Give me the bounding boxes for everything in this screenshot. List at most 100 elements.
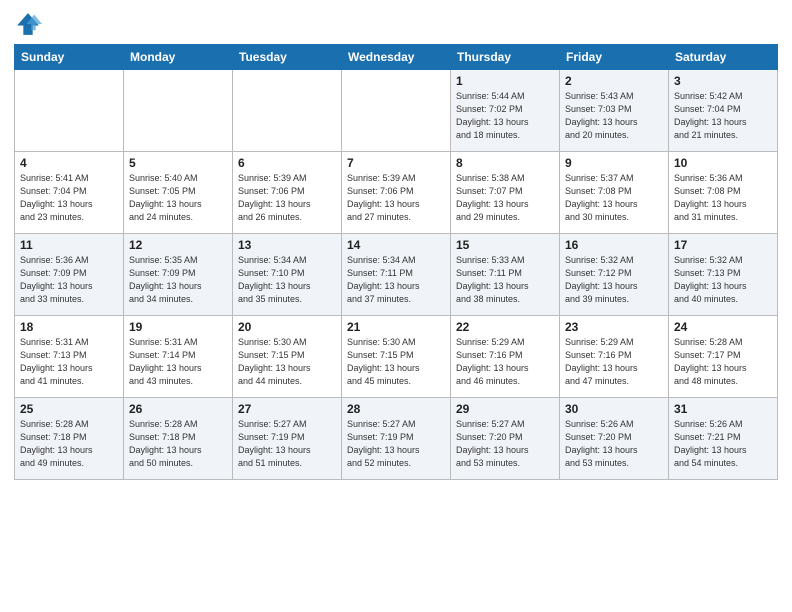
day-info: Sunrise: 5:39 AM Sunset: 7:06 PM Dayligh… [347, 172, 445, 224]
weekday-header-thursday: Thursday [451, 45, 560, 70]
day-info: Sunrise: 5:28 AM Sunset: 7:18 PM Dayligh… [20, 418, 118, 470]
day-info: Sunrise: 5:27 AM Sunset: 7:19 PM Dayligh… [347, 418, 445, 470]
day-cell [124, 70, 233, 152]
day-cell: 29 Sunrise: 5:27 AM Sunset: 7:20 PM Dayli… [451, 398, 560, 480]
week-row-4: 18 Sunrise: 5:31 AM Sunset: 7:13 PM Dayli… [15, 316, 778, 398]
day-cell: 8Sunrise: 5:38 AM Sunset: 7:07 PM Daylig… [451, 152, 560, 234]
day-info: Sunrise: 5:27 AM Sunset: 7:19 PM Dayligh… [238, 418, 336, 470]
day-number: 7 [347, 156, 445, 170]
day-number: 30 [565, 402, 663, 416]
weekday-header-tuesday: Tuesday [233, 45, 342, 70]
day-number: 20 [238, 320, 336, 334]
weekday-header-row: SundayMondayTuesdayWednesdayThursdayFrid… [15, 45, 778, 70]
day-info: Sunrise: 5:31 AM Sunset: 7:14 PM Dayligh… [129, 336, 227, 388]
day-cell: 6 Sunrise: 5:39 AM Sunset: 7:06 PM Daylig… [233, 152, 342, 234]
day-number: 21 [347, 320, 445, 334]
day-info: Sunrise: 5:36 AM Sunset: 7:09 PM Dayligh… [20, 254, 118, 306]
day-cell: 3 Sunrise: 5:42 AM Sunset: 7:04 PM Daylig… [669, 70, 778, 152]
week-row-1: 1 Sunrise: 5:44 AM Sunset: 7:02 PM Daylig… [15, 70, 778, 152]
day-info: Sunrise: 5:29 AM Sunset: 7:16 PM Dayligh… [456, 336, 554, 388]
day-cell: 25 Sunrise: 5:28 AM Sunset: 7:18 PM Dayli… [15, 398, 124, 480]
header [14, 10, 778, 38]
day-cell [15, 70, 124, 152]
day-info: Sunrise: 5:34 AM Sunset: 7:10 PM Dayligh… [238, 254, 336, 306]
day-number: 16 [565, 238, 663, 252]
day-cell: 14Sunrise: 5:34 AM Sunset: 7:11 PM Dayli… [342, 234, 451, 316]
day-number: 19 [129, 320, 227, 334]
logo-icon [14, 10, 42, 38]
day-number: 5 [129, 156, 227, 170]
calendar-table: SundayMondayTuesdayWednesdayThursdayFrid… [14, 44, 778, 480]
weekday-header-friday: Friday [560, 45, 669, 70]
day-cell: 17 Sunrise: 5:32 AM Sunset: 7:13 PM Dayli… [669, 234, 778, 316]
day-info: Sunrise: 5:26 AM Sunset: 7:20 PM Dayligh… [565, 418, 663, 470]
weekday-header-monday: Monday [124, 45, 233, 70]
day-number: 1 [456, 74, 554, 88]
day-number: 11 [20, 238, 118, 252]
day-info: Sunrise: 5:26 AM Sunset: 7:21 PM Dayligh… [674, 418, 772, 470]
day-number: 13 [238, 238, 336, 252]
day-number: 17 [674, 238, 772, 252]
day-number: 26 [129, 402, 227, 416]
day-number: 10 [674, 156, 772, 170]
day-info: Sunrise: 5:39 AM Sunset: 7:06 PM Dayligh… [238, 172, 336, 224]
day-cell: 30 Sunrise: 5:26 AM Sunset: 7:20 PM Dayli… [560, 398, 669, 480]
day-cell: 7 Sunrise: 5:39 AM Sunset: 7:06 PM Daylig… [342, 152, 451, 234]
week-row-5: 25 Sunrise: 5:28 AM Sunset: 7:18 PM Dayli… [15, 398, 778, 480]
day-cell: 5 Sunrise: 5:40 AM Sunset: 7:05 PM Daylig… [124, 152, 233, 234]
day-number: 9 [565, 156, 663, 170]
day-cell: 2 Sunrise: 5:43 AM Sunset: 7:03 PM Daylig… [560, 70, 669, 152]
day-cell: 18 Sunrise: 5:31 AM Sunset: 7:13 PM Dayli… [15, 316, 124, 398]
day-number: 2 [565, 74, 663, 88]
day-cell: 16 Sunrise: 5:32 AM Sunset: 7:12 PM Dayli… [560, 234, 669, 316]
day-info: Sunrise: 5:28 AM Sunset: 7:18 PM Dayligh… [129, 418, 227, 470]
day-info: Sunrise: 5:29 AM Sunset: 7:16 PM Dayligh… [565, 336, 663, 388]
day-cell: 31 Sunrise: 5:26 AM Sunset: 7:21 PM Dayli… [669, 398, 778, 480]
day-number: 15 [456, 238, 554, 252]
day-info: Sunrise: 5:43 AM Sunset: 7:03 PM Dayligh… [565, 90, 663, 142]
day-number: 31 [674, 402, 772, 416]
day-info: Sunrise: 5:42 AM Sunset: 7:04 PM Dayligh… [674, 90, 772, 142]
weekday-header-saturday: Saturday [669, 45, 778, 70]
day-cell: 28 Sunrise: 5:27 AM Sunset: 7:19 PM Dayli… [342, 398, 451, 480]
day-number: 18 [20, 320, 118, 334]
day-cell: 27Sunrise: 5:27 AM Sunset: 7:19 PM Dayli… [233, 398, 342, 480]
weekday-header-wednesday: Wednesday [342, 45, 451, 70]
day-number: 25 [20, 402, 118, 416]
day-number: 28 [347, 402, 445, 416]
day-info: Sunrise: 5:36 AM Sunset: 7:08 PM Dayligh… [674, 172, 772, 224]
day-cell: 10 Sunrise: 5:36 AM Sunset: 7:08 PM Dayli… [669, 152, 778, 234]
day-number: 3 [674, 74, 772, 88]
week-row-2: 4Sunrise: 5:41 AM Sunset: 7:04 PM Daylig… [15, 152, 778, 234]
logo [14, 10, 46, 38]
day-number: 23 [565, 320, 663, 334]
day-info: Sunrise: 5:35 AM Sunset: 7:09 PM Dayligh… [129, 254, 227, 306]
day-cell: 23 Sunrise: 5:29 AM Sunset: 7:16 PM Dayli… [560, 316, 669, 398]
day-info: Sunrise: 5:30 AM Sunset: 7:15 PM Dayligh… [238, 336, 336, 388]
day-info: Sunrise: 5:32 AM Sunset: 7:12 PM Dayligh… [565, 254, 663, 306]
day-info: Sunrise: 5:31 AM Sunset: 7:13 PM Dayligh… [20, 336, 118, 388]
day-cell: 12Sunrise: 5:35 AM Sunset: 7:09 PM Dayli… [124, 234, 233, 316]
day-info: Sunrise: 5:40 AM Sunset: 7:05 PM Dayligh… [129, 172, 227, 224]
day-number: 6 [238, 156, 336, 170]
day-info: Sunrise: 5:44 AM Sunset: 7:02 PM Dayligh… [456, 90, 554, 142]
day-cell: 1 Sunrise: 5:44 AM Sunset: 7:02 PM Daylig… [451, 70, 560, 152]
day-cell [233, 70, 342, 152]
day-number: 29 [456, 402, 554, 416]
day-info: Sunrise: 5:32 AM Sunset: 7:13 PM Dayligh… [674, 254, 772, 306]
day-cell: 15Sunrise: 5:33 AM Sunset: 7:11 PM Dayli… [451, 234, 560, 316]
day-info: Sunrise: 5:34 AM Sunset: 7:11 PM Dayligh… [347, 254, 445, 306]
day-info: Sunrise: 5:27 AM Sunset: 7:20 PM Dayligh… [456, 418, 554, 470]
day-info: Sunrise: 5:37 AM Sunset: 7:08 PM Dayligh… [565, 172, 663, 224]
day-cell: 26 Sunrise: 5:28 AM Sunset: 7:18 PM Dayli… [124, 398, 233, 480]
day-info: Sunrise: 5:38 AM Sunset: 7:07 PM Dayligh… [456, 172, 554, 224]
day-cell: 11 Sunrise: 5:36 AM Sunset: 7:09 PM Dayli… [15, 234, 124, 316]
day-cell: 21 Sunrise: 5:30 AM Sunset: 7:15 PM Dayli… [342, 316, 451, 398]
day-number: 24 [674, 320, 772, 334]
week-row-3: 11 Sunrise: 5:36 AM Sunset: 7:09 PM Dayli… [15, 234, 778, 316]
day-cell: 4Sunrise: 5:41 AM Sunset: 7:04 PM Daylig… [15, 152, 124, 234]
day-cell: 20 Sunrise: 5:30 AM Sunset: 7:15 PM Dayli… [233, 316, 342, 398]
page: SundayMondayTuesdayWednesdayThursdayFrid… [0, 0, 792, 612]
day-info: Sunrise: 5:30 AM Sunset: 7:15 PM Dayligh… [347, 336, 445, 388]
day-number: 4 [20, 156, 118, 170]
